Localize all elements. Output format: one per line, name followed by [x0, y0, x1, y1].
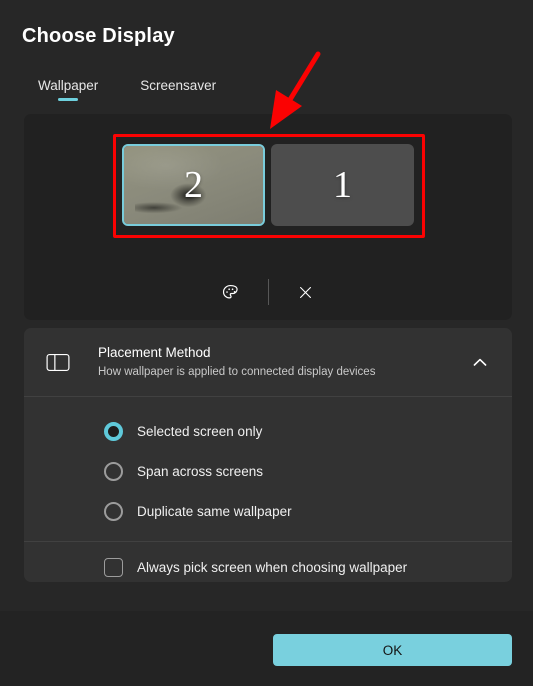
panel-layout-icon	[46, 353, 80, 372]
radio-option-selected-screen-only[interactable]: Selected screen only	[24, 411, 512, 451]
radio-indicator[interactable]	[104, 421, 123, 441]
tab-screensaver[interactable]: Screensaver	[140, 78, 216, 103]
checkbox-always-pick-screen[interactable]: Always pick screen when choosing wallpap…	[24, 542, 512, 582]
palette-icon	[221, 283, 240, 302]
checkbox-indicator[interactable]	[104, 557, 123, 577]
tab-screensaver-label: Screensaver	[140, 78, 217, 93]
monitor-thumbnail-1[interactable]: 1	[271, 144, 414, 226]
page-title: Choose Display	[22, 25, 175, 47]
chevron-up-icon[interactable]	[466, 358, 494, 367]
placement-method-texts: Placement Method How wallpaper is applie…	[98, 344, 466, 379]
monitor-number-label: 1	[333, 164, 352, 206]
ok-button[interactable]: OK	[273, 634, 512, 666]
close-icon	[297, 284, 314, 301]
tab-bar: Wallpaper Screensaver	[38, 78, 258, 103]
placement-options-group: Selected screen only Span across screens…	[24, 397, 512, 541]
radio-option-span-across-screens[interactable]: Span across screens	[24, 451, 512, 491]
radio-label: Span across screens	[137, 463, 264, 479]
choose-color-button[interactable]	[208, 277, 254, 307]
radio-option-duplicate-same-wallpaper[interactable]: Duplicate same wallpaper	[24, 491, 512, 531]
monitor-thumbnail-2[interactable]: 2	[122, 144, 265, 226]
remove-wallpaper-button[interactable]	[283, 277, 329, 307]
tab-wallpaper[interactable]: Wallpaper	[38, 78, 98, 103]
placement-method-card: Placement Method How wallpaper is applie…	[24, 328, 512, 582]
radio-label: Duplicate same wallpaper	[137, 503, 292, 519]
action-divider	[267, 279, 269, 305]
display-preview-panel: 2 1	[24, 114, 512, 320]
tab-active-underline	[58, 98, 79, 101]
preview-action-bar	[24, 274, 512, 310]
monitor-number-label: 2	[184, 164, 203, 206]
radio-label: Selected screen only	[137, 423, 263, 439]
tab-wallpaper-label: Wallpaper	[38, 78, 99, 93]
placement-method-title: Placement Method	[98, 345, 211, 361]
choose-display-dialog: Choose Display Wallpaper Screensaver 2 1	[0, 0, 533, 686]
placement-method-header[interactable]: Placement Method How wallpaper is applie…	[24, 328, 512, 396]
radio-indicator[interactable]	[104, 461, 123, 481]
checkbox-label: Always pick screen when choosing wallpap…	[137, 559, 408, 575]
radio-indicator[interactable]	[104, 501, 123, 521]
placement-method-subtitle: How wallpaper is applied to connected di…	[98, 365, 376, 378]
monitor-list: 2 1	[24, 144, 512, 226]
